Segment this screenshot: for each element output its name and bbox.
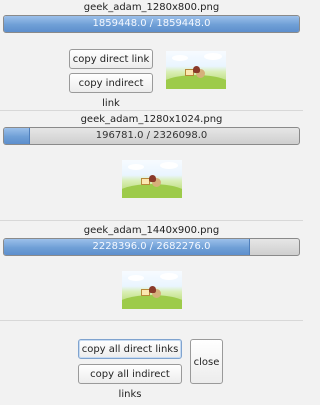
copy-direct-link-button[interactable]: copy direct link xyxy=(69,49,153,69)
upload-progress-bar: 2228396.0 / 2682276.0 xyxy=(3,238,300,256)
filename-label: geek_adam_1440x900.png xyxy=(83,225,220,236)
image-thumbnail xyxy=(122,271,182,309)
item-separator xyxy=(0,220,303,221)
footer-separator xyxy=(0,320,303,321)
image-thumbnail xyxy=(166,51,226,89)
filename-label: geek_adam_1280x1024.png xyxy=(80,114,223,125)
upload-progress-bar: 196781.0 / 2326098.0 xyxy=(3,127,300,145)
image-thumbnail xyxy=(122,160,182,198)
item-separator xyxy=(0,110,303,111)
filename-label: geek_adam_1280x800.png xyxy=(83,2,220,13)
progress-text: 2228396.0 / 2682276.0 xyxy=(92,241,211,252)
close-button[interactable]: close xyxy=(190,339,223,384)
copy-all-indirect-links-button[interactable]: copy all indirect links xyxy=(78,364,182,400)
progress-text: 196781.0 / 2326098.0 xyxy=(95,130,208,141)
copy-all-direct-links-button[interactable]: copy all direct links xyxy=(78,339,182,359)
upload-progress-bar: 1859448.0 / 1859448.0 xyxy=(3,15,300,33)
copy-indirect-link-button[interactable]: copy indirect link xyxy=(69,73,153,109)
progress-text: 1859448.0 / 1859448.0 xyxy=(92,18,211,29)
